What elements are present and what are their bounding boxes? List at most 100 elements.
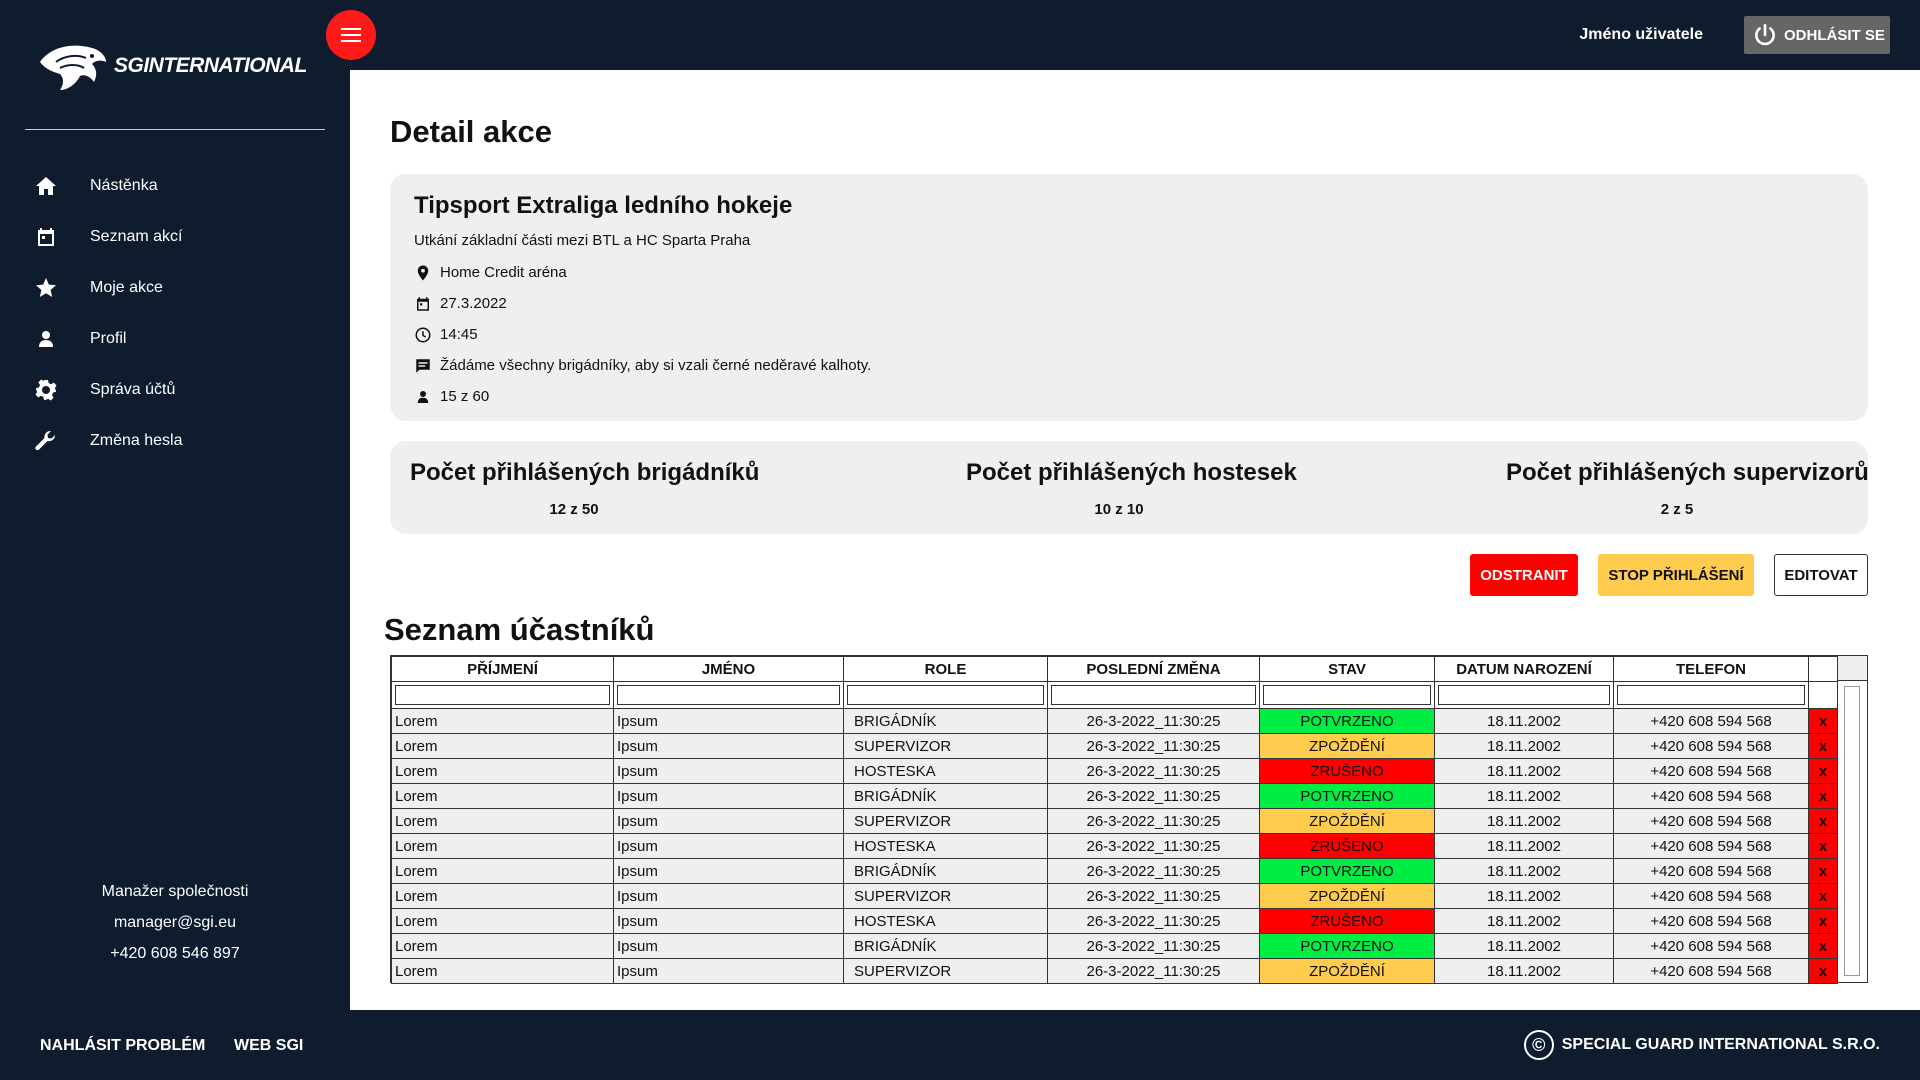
stop-registration-button[interactable]: STOP PŘIHLÁŠENÍ xyxy=(1598,554,1754,596)
delete-row-button[interactable]: x xyxy=(1808,883,1838,909)
copyright-text: SPECIAL GUARD INTERNATIONAL S.R.O. xyxy=(1561,1036,1880,1053)
table-row[interactable]: Lorem Ipsum BRIGÁDNÍK 26-3-2022_11:30:25 POT… xyxy=(391,783,1838,809)
table-row[interactable]: Lorem Ipsum SUPERVIZOR 26-3-2022_11:30:25 ZP… xyxy=(391,883,1838,909)
filter-birth-date-input[interactable] xyxy=(1438,685,1610,705)
event-location-row: Home Credit aréna xyxy=(414,257,1844,288)
wrench-icon xyxy=(32,427,60,455)
web-sgi-link[interactable]: WEB SGI xyxy=(234,1037,303,1055)
cell-phone: +420 608 594 568 xyxy=(1613,908,1809,934)
logo-text: SGINTERNATIONAL xyxy=(114,54,307,77)
delete-row-button[interactable]: x xyxy=(1808,733,1838,759)
scrollbar-header xyxy=(1838,656,1867,681)
table-row[interactable]: Lorem Ipsum HOSTESKA 26-3-2022_11:30:25 ZRUŠ… xyxy=(391,908,1838,934)
sidebar-item-profile[interactable]: Profil xyxy=(0,313,350,364)
filter-last-change-input[interactable] xyxy=(1051,685,1256,705)
delete-row-button[interactable]: x xyxy=(1808,783,1838,809)
cell-phone: +420 608 594 568 xyxy=(1613,933,1809,959)
registration-stats-card: Počet přihlášených brigádníků 12 z 50 Po… xyxy=(390,441,1869,534)
filter-cell xyxy=(1047,681,1260,709)
remove-event-button[interactable]: ODSTRANIT xyxy=(1470,554,1578,596)
table-row[interactable]: Lorem Ipsum BRIGÁDNÍK 26-3-2022_11:30:25 POT… xyxy=(391,858,1838,884)
delete-row-button[interactable]: x xyxy=(1808,933,1838,959)
cell-name: Ipsum xyxy=(613,858,844,884)
table-row[interactable]: Lorem Ipsum BRIGÁDNÍK 26-3-2022_11:30:25 POT… xyxy=(391,933,1838,959)
edit-event-button[interactable]: EDITOVAT xyxy=(1774,554,1868,596)
cell-role: HOSTESKA xyxy=(843,833,1048,859)
participants-title: Seznam účastníků xyxy=(384,612,655,647)
column-header-birth-date[interactable]: DATUM NAROZENÍ xyxy=(1434,656,1614,682)
copyright-icon: © xyxy=(1523,1030,1554,1060)
report-problem-link[interactable]: NAHLÁSIT PROBLÉM xyxy=(40,1037,205,1055)
cell-birth-date: 18.11.2002 xyxy=(1434,958,1614,984)
cell-name: Ipsum xyxy=(613,758,844,784)
filter-phone-input[interactable] xyxy=(1617,685,1805,705)
cell-status: ZPOŽDĚNÍ xyxy=(1259,733,1435,759)
cell-phone: +420 608 594 568 xyxy=(1613,858,1809,884)
column-header-name[interactable]: JMÉNO xyxy=(613,656,844,682)
page-title: Detail akce xyxy=(390,114,552,149)
event-capacity-row: 15 z 60 xyxy=(414,381,1844,412)
home-icon xyxy=(32,172,60,200)
cell-status: ZRUŠENO xyxy=(1259,833,1435,859)
top-header: Jméno uživatele ODHLÁSIT SE xyxy=(350,0,1920,70)
sidebar-item-label: Seznam akcí xyxy=(90,227,183,245)
cell-phone: +420 608 594 568 xyxy=(1613,958,1809,984)
filter-name-input[interactable] xyxy=(617,685,840,705)
table-row[interactable]: Lorem Ipsum SUPERVIZOR 26-3-2022_11:30:25 ZP… xyxy=(391,733,1838,759)
filter-status-input[interactable] xyxy=(1263,685,1431,705)
table-row[interactable]: Lorem Ipsum SUPERVIZOR 26-3-2022_11:30:25 ZP… xyxy=(391,958,1838,984)
sidebar-item-change-password[interactable]: Změna hesla xyxy=(0,415,350,466)
delete-row-button[interactable]: x xyxy=(1808,833,1838,859)
cell-status: POTVRZENO xyxy=(1259,933,1435,959)
sidebar-item-dashboard[interactable]: Nástěnka xyxy=(0,160,350,211)
cell-name: Ipsum xyxy=(613,833,844,859)
delete-row-button[interactable]: x xyxy=(1808,958,1838,984)
sidebar-item-label: Změna hesla xyxy=(90,431,183,449)
hamburger-icon xyxy=(341,28,361,42)
power-icon xyxy=(1755,23,1775,46)
column-header-surname[interactable]: PŘÍJMENÍ xyxy=(391,656,614,682)
scrollbar-thumb[interactable] xyxy=(1844,686,1860,976)
filter-surname-input[interactable] xyxy=(395,685,610,705)
cell-surname: Lorem xyxy=(391,933,614,959)
cell-name: Ipsum xyxy=(613,808,844,834)
company-logo[interactable]: SGINTERNATIONAL xyxy=(36,40,307,92)
cell-phone: +420 608 594 568 xyxy=(1613,883,1809,909)
table-row[interactable]: Lorem Ipsum HOSTESKA 26-3-2022_11:30:25 ZRUŠ… xyxy=(391,833,1838,859)
table-scrollbar[interactable] xyxy=(1837,656,1867,982)
column-header-phone[interactable]: TELEFON xyxy=(1613,656,1809,682)
logout-label: ODHLÁSIT SE xyxy=(1784,26,1885,44)
stat-hostesses: Počet přihlášených hostesek 10 z 10 xyxy=(966,459,1297,518)
table-row[interactable]: Lorem Ipsum BRIGÁDNÍK 26-3-2022_11:30:25 POT… xyxy=(391,708,1838,734)
event-description: Utkání základní části mezi BTL a HC Spar… xyxy=(414,232,751,249)
cell-phone: +420 608 594 568 xyxy=(1613,833,1809,859)
event-capacity: 15 z 60 xyxy=(440,388,490,405)
cell-birth-date: 18.11.2002 xyxy=(1434,908,1614,934)
filter-cell xyxy=(1613,681,1809,709)
stat-workers: Počet přihlášených brigádníků 12 z 50 xyxy=(410,459,759,518)
filter-role-input[interactable] xyxy=(847,685,1044,705)
sidebar-item-events[interactable]: Seznam akcí xyxy=(0,211,350,262)
table-row[interactable]: Lorem Ipsum SUPERVIZOR 26-3-2022_11:30:25 ZP… xyxy=(391,808,1838,834)
delete-row-button[interactable]: x xyxy=(1808,858,1838,884)
column-header-role[interactable]: ROLE xyxy=(843,656,1048,682)
sidebar-item-label: Moje akce xyxy=(90,278,163,296)
sidebar-nav: Nástěnka Seznam akcí Moje akce Profil Sp… xyxy=(0,160,350,466)
column-header-status[interactable]: STAV xyxy=(1259,656,1435,682)
table-row[interactable]: Lorem Ipsum HOSTESKA 26-3-2022_11:30:25 ZRUŠ… xyxy=(391,758,1838,784)
calendar-icon xyxy=(32,223,60,251)
menu-toggle-button[interactable] xyxy=(326,10,376,60)
logout-button[interactable]: ODHLÁSIT SE xyxy=(1744,16,1890,54)
delete-row-button[interactable]: x xyxy=(1808,808,1838,834)
sidebar-item-label: Profil xyxy=(90,329,127,347)
comment-icon xyxy=(414,357,432,375)
column-header-last-change[interactable]: POSLEDNÍ ZMĚNA xyxy=(1047,656,1260,682)
delete-row-button[interactable]: x xyxy=(1808,758,1838,784)
sidebar-item-my-events[interactable]: Moje akce xyxy=(0,262,350,313)
main-content: Detail akce Tipsport Extraliga ledního h… xyxy=(350,70,1920,1010)
delete-row-button[interactable]: x xyxy=(1808,908,1838,934)
delete-row-button[interactable]: x xyxy=(1808,708,1838,734)
sidebar-item-accounts[interactable]: Správa účtů xyxy=(0,364,350,415)
cell-surname: Lorem xyxy=(391,758,614,784)
cell-name: Ipsum xyxy=(613,883,844,909)
